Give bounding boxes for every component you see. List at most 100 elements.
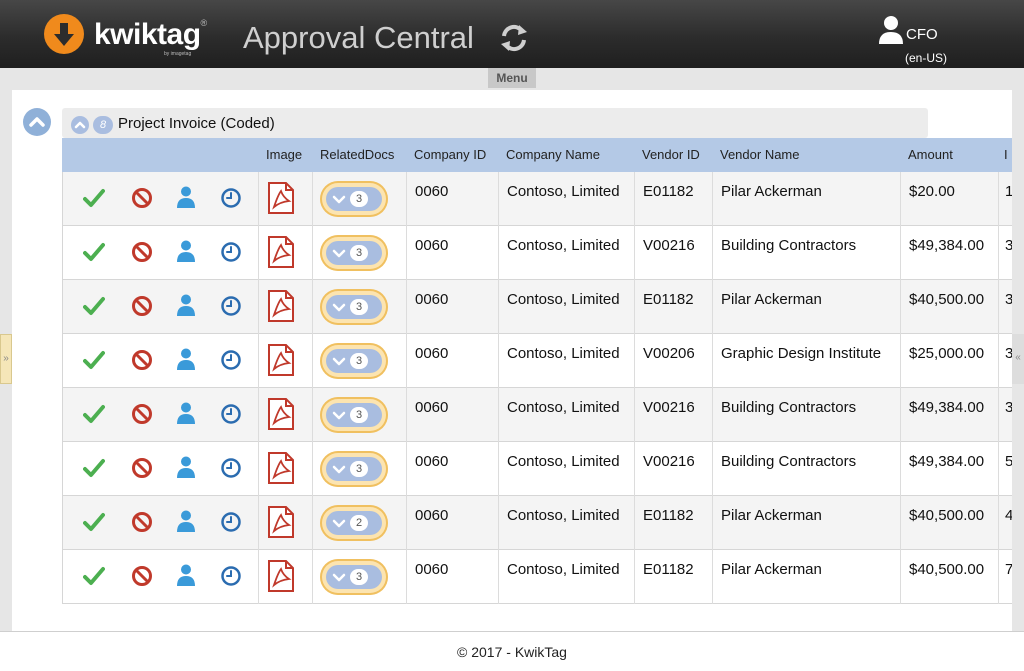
extra-cell: 1 [998, 172, 1012, 226]
pdf-icon[interactable] [266, 343, 296, 377]
vendor-name: Pilar Ackerman [721, 507, 822, 524]
image-cell [258, 280, 312, 334]
user-icon[interactable] [177, 348, 195, 370]
related-docs-button[interactable]: 3 [320, 559, 388, 595]
image-cell [258, 226, 312, 280]
company-id: 0060 [415, 237, 449, 254]
ban-icon[interactable] [131, 403, 153, 425]
pdf-icon[interactable] [266, 397, 296, 431]
clock-icon[interactable] [220, 403, 242, 425]
user-icon[interactable] [177, 402, 195, 424]
pdf-icon[interactable] [266, 181, 296, 215]
ban-icon[interactable] [131, 187, 153, 209]
related-docs-button[interactable]: 3 [320, 397, 388, 433]
check-icon[interactable] [83, 512, 105, 532]
amount: $25,000.00 [909, 345, 985, 362]
column-header-extra[interactable]: I [1004, 138, 1008, 172]
company-name-cell: Contoso, Limited [498, 388, 634, 442]
table-row[interactable]: 3 0060 Contoso, Limited V00216 Building … [62, 226, 1012, 280]
menu-button[interactable]: Menu [488, 68, 536, 88]
ban-icon[interactable] [131, 457, 153, 479]
check-icon[interactable] [83, 458, 105, 478]
related-docs-button[interactable]: 3 [320, 235, 388, 271]
double-chevron-right-icon[interactable]: » [0, 334, 12, 384]
clock-icon[interactable] [220, 241, 242, 263]
column-header-company-name[interactable]: Company Name [506, 138, 600, 172]
related-docs-button[interactable]: 3 [320, 343, 388, 379]
column-header-amount[interactable]: Amount [908, 138, 953, 172]
related-docs-button[interactable]: 3 [320, 451, 388, 487]
ban-icon[interactable] [131, 349, 153, 371]
column-header-image[interactable]: Image [266, 138, 302, 172]
table-header: Image RelatedDocs Company ID Company Nam… [62, 138, 1012, 172]
company-id-cell: 0060 [406, 550, 498, 604]
column-header-related-docs[interactable]: RelatedDocs [320, 138, 394, 172]
check-icon[interactable] [83, 566, 105, 586]
vendor-name: Pilar Ackerman [721, 561, 822, 578]
user-icon[interactable] [177, 456, 195, 478]
ban-icon[interactable] [131, 295, 153, 317]
vendor-id: E01182 [643, 291, 694, 308]
check-icon[interactable] [83, 242, 105, 262]
table-row[interactable]: 2 0060 Contoso, Limited E01182 Pilar Ack… [62, 496, 1012, 550]
pdf-icon[interactable] [266, 235, 296, 269]
pdf-icon[interactable] [266, 289, 296, 323]
related-docs-button[interactable]: 3 [320, 181, 388, 217]
user-icon[interactable] [177, 294, 195, 316]
pdf-icon[interactable] [266, 451, 296, 485]
vendor-name: Pilar Ackerman [721, 183, 822, 200]
extra-value: 4 [1005, 507, 1012, 524]
column-header-vendor-id[interactable]: Vendor ID [642, 138, 700, 172]
table-row[interactable]: 3 0060 Contoso, Limited E01182 Pilar Ack… [62, 280, 1012, 334]
user-icon[interactable] [177, 240, 195, 262]
table-row[interactable]: 3 0060 Contoso, Limited V00216 Building … [62, 388, 1012, 442]
amount-cell: $49,384.00 [900, 226, 998, 280]
extra-cell: 3 [998, 388, 1012, 442]
user-name[interactable]: CFO [906, 26, 938, 43]
user-icon[interactable] [177, 186, 195, 208]
table-row[interactable]: 3 0060 Contoso, Limited V00216 Building … [62, 442, 1012, 496]
related-docs-button[interactable]: 2 [320, 505, 388, 541]
table-row[interactable]: 3 0060 Contoso, Limited E01182 Pilar Ack… [62, 172, 1012, 226]
company-id-cell: 0060 [406, 334, 498, 388]
vendor-name: Graphic Design Institute [721, 345, 882, 362]
extra-cell: 7 [998, 550, 1012, 604]
clock-icon[interactable] [220, 511, 242, 533]
related-docs-button[interactable]: 3 [320, 289, 388, 325]
column-header-vendor-name[interactable]: Vendor Name [720, 138, 800, 172]
actions-cell [62, 280, 258, 334]
user-icon[interactable] [177, 564, 195, 586]
user-avatar-icon[interactable] [878, 15, 904, 45]
refresh-icon[interactable] [498, 22, 530, 54]
clock-icon[interactable] [220, 565, 242, 587]
table-row[interactable]: 3 0060 Contoso, Limited V00206 Graphic D… [62, 334, 1012, 388]
check-icon[interactable] [83, 350, 105, 370]
clock-icon[interactable] [220, 295, 242, 317]
vendor-name-cell: Graphic Design Institute [712, 334, 900, 388]
pdf-icon[interactable] [266, 505, 296, 539]
vendor-id-cell: V00206 [634, 334, 712, 388]
table-row[interactable]: 3 0060 Contoso, Limited E01182 Pilar Ack… [62, 550, 1012, 604]
related-docs-inner: 3 [326, 565, 382, 589]
clock-icon[interactable] [220, 349, 242, 371]
check-icon[interactable] [83, 404, 105, 424]
ban-icon[interactable] [131, 565, 153, 587]
vendor-id: V00216 [643, 453, 695, 470]
clock-icon[interactable] [220, 187, 242, 209]
collapse-all-button[interactable] [23, 108, 51, 136]
ban-icon[interactable] [131, 241, 153, 263]
ban-icon[interactable] [131, 511, 153, 533]
company-name-cell: Contoso, Limited [498, 172, 634, 226]
column-header-company-id[interactable]: Company ID [414, 138, 486, 172]
vendor-name-cell: Pilar Ackerman [712, 496, 900, 550]
company-name: Contoso, Limited [507, 345, 620, 362]
group-collapse-button[interactable] [71, 116, 89, 134]
user-icon[interactable] [177, 510, 195, 532]
company-name-cell: Contoso, Limited [498, 226, 634, 280]
check-icon[interactable] [83, 188, 105, 208]
double-chevron-left-icon[interactable]: « [1012, 334, 1024, 384]
extra-cell: 3 [998, 280, 1012, 334]
clock-icon[interactable] [220, 457, 242, 479]
check-icon[interactable] [83, 296, 105, 316]
pdf-icon[interactable] [266, 559, 296, 593]
